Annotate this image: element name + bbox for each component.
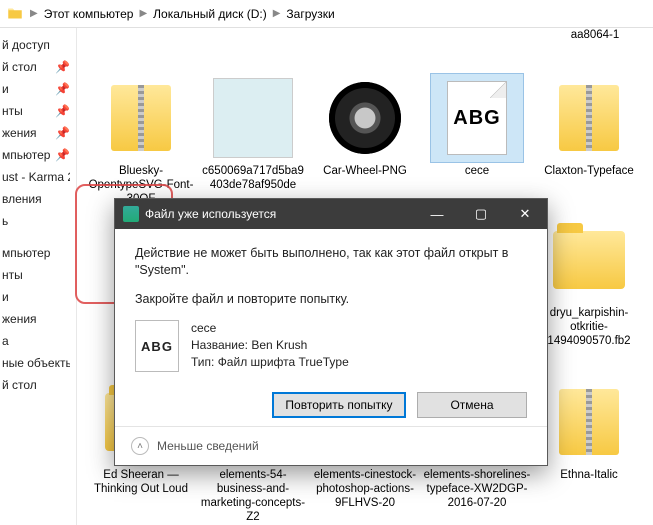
zip-icon	[111, 85, 171, 151]
zip-icon	[559, 85, 619, 151]
minimize-button[interactable]: —	[415, 199, 459, 229]
sidebar-item[interactable]: й стол	[0, 374, 76, 396]
pin-icon: 📌	[55, 126, 70, 140]
chevron-right-icon[interactable]: ▶	[273, 8, 281, 19]
dialog-message: Действие не может быть выполнено, так ка…	[135, 245, 527, 279]
sidebar-item[interactable]: ust - Karma 2	[0, 166, 76, 188]
file-name: elements-shorelines-typeface-XW2DGP-2016…	[423, 468, 531, 510]
folder-icon	[6, 5, 24, 23]
pin-icon: 📌	[55, 104, 70, 118]
font-file-icon: ABG	[447, 81, 507, 155]
maximize-button[interactable]: ▢	[459, 199, 503, 229]
file-item[interactable]: dryu_karpishin-otkritie-1494090570.fb2	[535, 212, 643, 348]
image-thumbnail	[329, 82, 401, 154]
file-item-selected[interactable]: ABG cece	[423, 70, 531, 206]
dialog-titlebar[interactable]: Файл уже используется — ▢ ✕	[115, 199, 547, 229]
file-name: Ed Sheeran — Thinking Out Loud	[87, 468, 195, 496]
sidebar-item[interactable]: и	[0, 286, 76, 308]
sidebar-item[interactable]: ные объекты	[0, 352, 76, 374]
sidebar-item[interactable]: жения	[0, 308, 76, 330]
file-name: Ethna-Italic	[535, 468, 643, 482]
dialog-title: Файл уже используется	[145, 207, 415, 221]
folder-icon	[553, 231, 625, 289]
dialog-icon	[123, 206, 139, 222]
file-item[interactable]: Car-Wheel-PNG	[311, 70, 419, 206]
sidebar-item[interactable]: нты	[0, 264, 76, 286]
image-thumbnail	[213, 78, 293, 158]
breadcrumb-segment[interactable]: Локальный диск (D:)	[149, 5, 271, 23]
dialog-message: Закройте файл и повторите попытку.	[135, 291, 527, 308]
pin-icon: 📌	[55, 148, 70, 162]
file-item[interactable]: aa8064-1	[547, 28, 643, 70]
sidebar-item[interactable]: мпьютер📌	[0, 144, 76, 166]
nav-sidebar: й доступ й стол📌 и📌 нты📌 жения📌 мпьютер📌…	[0, 28, 77, 525]
fewer-details-toggle[interactable]: ˄ Меньше сведений	[115, 426, 547, 465]
file-name: cece	[423, 164, 531, 178]
file-metadata: cece Название: Ben Krush Тип: Файл шрифт…	[191, 320, 349, 371]
chevron-up-icon: ˄	[131, 437, 149, 455]
zip-icon	[559, 389, 619, 455]
file-name: c650069a717d5ba9403de78af950de	[199, 164, 307, 192]
file-item[interactable]: c650069a717d5ba9403de78af950de	[199, 70, 307, 206]
breadcrumb-bar: ▶ Этот компьютер ▶ Локальный диск (D:) ▶…	[0, 0, 653, 28]
file-name: elements-54-business-and-marketing-conce…	[199, 468, 307, 524]
file-item[interactable]: Claxton-Typeface	[535, 70, 643, 206]
sidebar-item[interactable]: мпьютер	[0, 242, 76, 264]
sidebar-item[interactable]: й стол📌	[0, 56, 76, 78]
file-name: dryu_karpishin-otkritie-1494090570.fb2	[535, 306, 643, 348]
cancel-button[interactable]: Отмена	[417, 392, 527, 418]
breadcrumb-segment[interactable]: Загрузки	[282, 5, 338, 23]
file-item[interactable]: Bluesky-OpentypeSVG-Font-30OF	[87, 70, 195, 206]
chevron-right-icon[interactable]: ▶	[139, 8, 147, 19]
file-name: elements-cinestock-photoshop-actions-9FL…	[311, 468, 419, 510]
file-name: Car-Wheel-PNG	[311, 164, 419, 178]
sidebar-item[interactable]: а	[0, 330, 76, 352]
sidebar-item[interactable]: и📌	[0, 78, 76, 100]
pin-icon: 📌	[55, 82, 70, 96]
sidebar-item[interactable]: ь	[0, 210, 76, 232]
file-item[interactable]: Ethna-Italic	[535, 374, 643, 524]
file-in-use-dialog: Файл уже используется — ▢ ✕ Действие не …	[114, 198, 548, 466]
file-name: aa8064-1	[547, 28, 643, 42]
file-thumbnail: ABG	[135, 320, 179, 372]
breadcrumb-segment[interactable]: Этот компьютер	[40, 5, 138, 23]
file-name: Claxton-Typeface	[535, 164, 643, 178]
retry-button[interactable]: Повторить попытку	[272, 392, 405, 418]
sidebar-item[interactable]: жения📌	[0, 122, 76, 144]
sidebar-item[interactable]: вления	[0, 188, 76, 210]
close-button[interactable]: ✕	[503, 199, 547, 229]
pin-icon: 📌	[55, 60, 70, 74]
sidebar-item[interactable]: нты📌	[0, 100, 76, 122]
sidebar-item[interactable]: й доступ	[0, 34, 76, 56]
chevron-right-icon[interactable]: ▶	[30, 8, 38, 19]
